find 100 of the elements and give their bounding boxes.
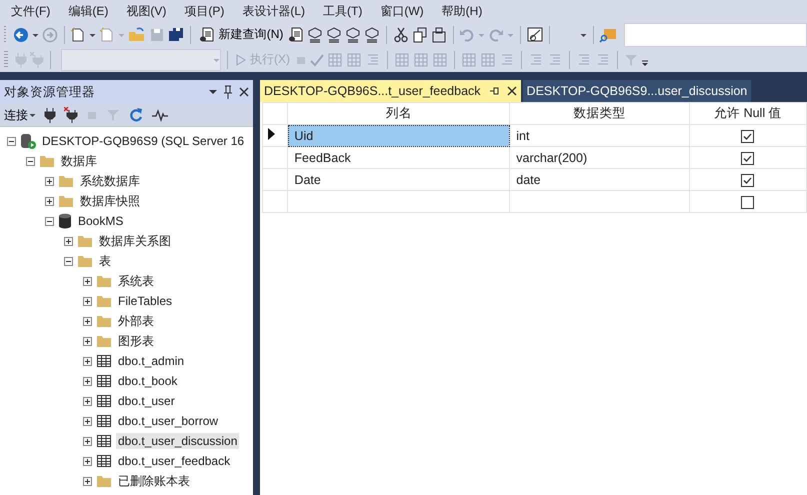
- tree-item[interactable]: dbo.t_admin: [116, 353, 186, 369]
- open-folder-icon[interactable]: [128, 26, 146, 42]
- folder-icon: [96, 313, 112, 329]
- folder-icon: [96, 333, 112, 349]
- folder-icon: [77, 253, 93, 269]
- activity-pulse-icon[interactable]: [152, 107, 168, 123]
- tree-expander-icon[interactable]: [83, 316, 92, 326]
- pin-icon[interactable]: [223, 84, 233, 100]
- table-icon: [96, 353, 112, 369]
- close-icon[interactable]: [506, 86, 517, 96]
- query-document-icon[interactable]: [198, 26, 215, 42]
- folder-icon: [77, 233, 93, 249]
- tree-expander-icon[interactable]: [45, 176, 54, 186]
- tree-item[interactable]: 已删除账本表: [116, 472, 192, 490]
- tree-expander-icon[interactable]: [83, 376, 92, 386]
- tree-expander-icon[interactable]: [83, 476, 92, 486]
- tree-item[interactable]: dbo.t_book: [116, 373, 180, 389]
- checkbox[interactable]: [741, 152, 754, 165]
- new-query-button[interactable]: 新建查询(N): [196, 26, 286, 43]
- tree-expander-icon[interactable]: [83, 336, 92, 346]
- pin-icon[interactable]: [488, 85, 499, 97]
- tree-expander-icon[interactable]: [83, 416, 92, 426]
- tree-expander-icon[interactable]: [64, 256, 73, 266]
- tree-item[interactable]: FileTables: [116, 293, 174, 309]
- folder-icon: [96, 273, 112, 289]
- tree-expander-icon[interactable]: [83, 436, 92, 446]
- document-tab[interactable]: DESKTOP-GQB96S9...user_discussion: [522, 80, 752, 102]
- table-cell[interactable]: date: [510, 168, 690, 190]
- check-icon[interactable]: [310, 52, 324, 68]
- column-header: 数据类型: [510, 102, 690, 124]
- checkbox[interactable]: [741, 130, 754, 143]
- scissors-icon[interactable]: [392, 26, 409, 42]
- tree-expander-icon[interactable]: [83, 456, 92, 466]
- tree-item[interactable]: 图形表: [116, 332, 156, 350]
- panel-title: 对象资源管理器: [4, 84, 96, 100]
- table-cell[interactable]: Uid: [288, 124, 510, 146]
- tree-item[interactable]: BookMS: [76, 213, 126, 229]
- tree-item[interactable]: 系统表: [116, 272, 156, 290]
- new-document-icon[interactable]: [70, 26, 86, 42]
- tree-expander-icon[interactable]: [26, 156, 35, 166]
- tree-item[interactable]: dbo.t_user: [116, 393, 177, 409]
- tree-item[interactable]: 系统数据库: [78, 172, 142, 190]
- menu-item[interactable]: 表设计器(L): [233, 2, 314, 20]
- table-icon: [96, 453, 112, 469]
- folder-icon: [58, 193, 74, 209]
- save-all-icon[interactable]: [168, 26, 184, 42]
- folder-icon: [58, 173, 74, 189]
- table-icon: [96, 393, 112, 409]
- tree-item[interactable]: 外部表: [116, 312, 156, 330]
- table-icon: [96, 373, 112, 389]
- tree-expander-icon[interactable]: [83, 396, 92, 406]
- copy-icon[interactable]: [412, 26, 428, 42]
- checkbox[interactable]: [741, 174, 754, 187]
- tree-item[interactable]: dbo.t_user_feedback: [116, 453, 232, 469]
- plug-icon[interactable]: [44, 107, 56, 123]
- column-header: 列名: [288, 102, 510, 124]
- tree-expander-icon[interactable]: [83, 356, 92, 366]
- checkbox[interactable]: [741, 196, 754, 209]
- paste-icon[interactable]: [430, 26, 447, 42]
- back-icon[interactable]: [12, 26, 29, 42]
- tree-item[interactable]: 表: [97, 252, 113, 270]
- menu-item[interactable]: 项目(P): [175, 2, 234, 20]
- menu-item[interactable]: 编辑(E): [59, 2, 118, 20]
- database-icon: [58, 213, 72, 229]
- menu-item[interactable]: 工具(T): [314, 2, 372, 20]
- tree-item[interactable]: 数据库关系图: [97, 232, 173, 250]
- tree-expander-icon[interactable]: [83, 276, 92, 286]
- disconnect-icon[interactable]: [64, 107, 78, 123]
- tree-expander-icon[interactable]: [64, 236, 73, 246]
- tree-item[interactable]: DESKTOP-GQB96S9 (SQL Server 16: [40, 133, 246, 149]
- table-cell[interactable]: FeedBack: [288, 146, 510, 168]
- table-icon: [96, 413, 112, 429]
- menu-item[interactable]: 帮助(H): [432, 2, 492, 20]
- table-cell[interactable]: int: [510, 124, 690, 146]
- tree-expander-icon[interactable]: [7, 136, 16, 146]
- document-tab[interactable]: DESKTOP-GQB96S...t_user_feedback: [260, 80, 521, 102]
- tree-expander-icon[interactable]: [45, 196, 54, 206]
- column-header: 允许 Null 值: [689, 102, 806, 124]
- menu-item[interactable]: 文件(F): [2, 2, 60, 20]
- find-in-files-icon[interactable]: [599, 26, 618, 42]
- current-row-icon: [268, 128, 275, 140]
- folder-icon: [96, 473, 112, 489]
- table-cell[interactable]: Date: [288, 168, 510, 190]
- tree-item[interactable]: 数据库快照: [78, 192, 142, 210]
- folder-icon: [39, 153, 55, 169]
- refresh-icon[interactable]: [128, 107, 144, 123]
- query-document-icon[interactable]: [288, 26, 304, 42]
- tree-item[interactable]: dbo.t_user_discussion: [116, 433, 240, 449]
- menu-item[interactable]: 窗口(W): [371, 2, 433, 20]
- tree-item[interactable]: dbo.t_user_borrow: [116, 413, 220, 429]
- tree-expander-icon[interactable]: [83, 296, 92, 306]
- server-icon: [20, 133, 36, 149]
- table-cell[interactable]: varchar(200): [510, 146, 690, 168]
- connect-button[interactable]: 连接: [4, 106, 36, 124]
- tree-expander-icon[interactable]: [45, 216, 54, 226]
- folder-icon: [96, 293, 112, 309]
- tree-item[interactable]: 数据库: [59, 152, 99, 170]
- search-field[interactable]: [624, 22, 807, 46]
- activity-monitor-icon[interactable]: [526, 26, 543, 42]
- menu-item[interactable]: 视图(V): [117, 2, 176, 20]
